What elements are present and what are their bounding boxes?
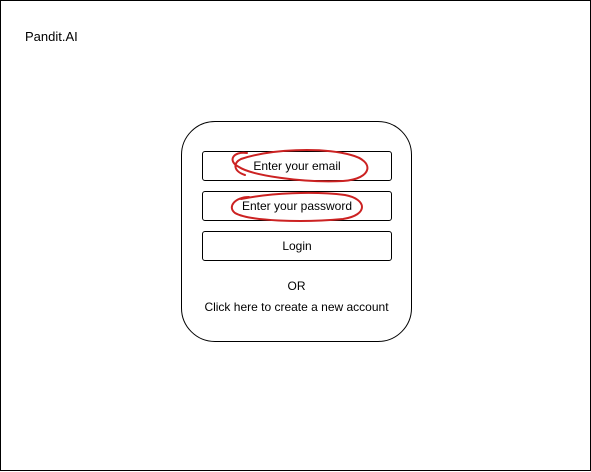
password-field[interactable] xyxy=(202,191,392,221)
login-card: Login OR Click here to create a new acco… xyxy=(181,121,412,342)
or-divider-text: OR xyxy=(287,279,306,293)
login-button[interactable]: Login xyxy=(202,231,392,261)
app-window: Pandit.AI Login OR Click here to create … xyxy=(0,0,591,471)
create-account-link[interactable]: Click here to create a new account xyxy=(182,300,411,314)
email-field[interactable] xyxy=(202,151,392,181)
brand-title: Pandit.AI xyxy=(25,29,78,44)
